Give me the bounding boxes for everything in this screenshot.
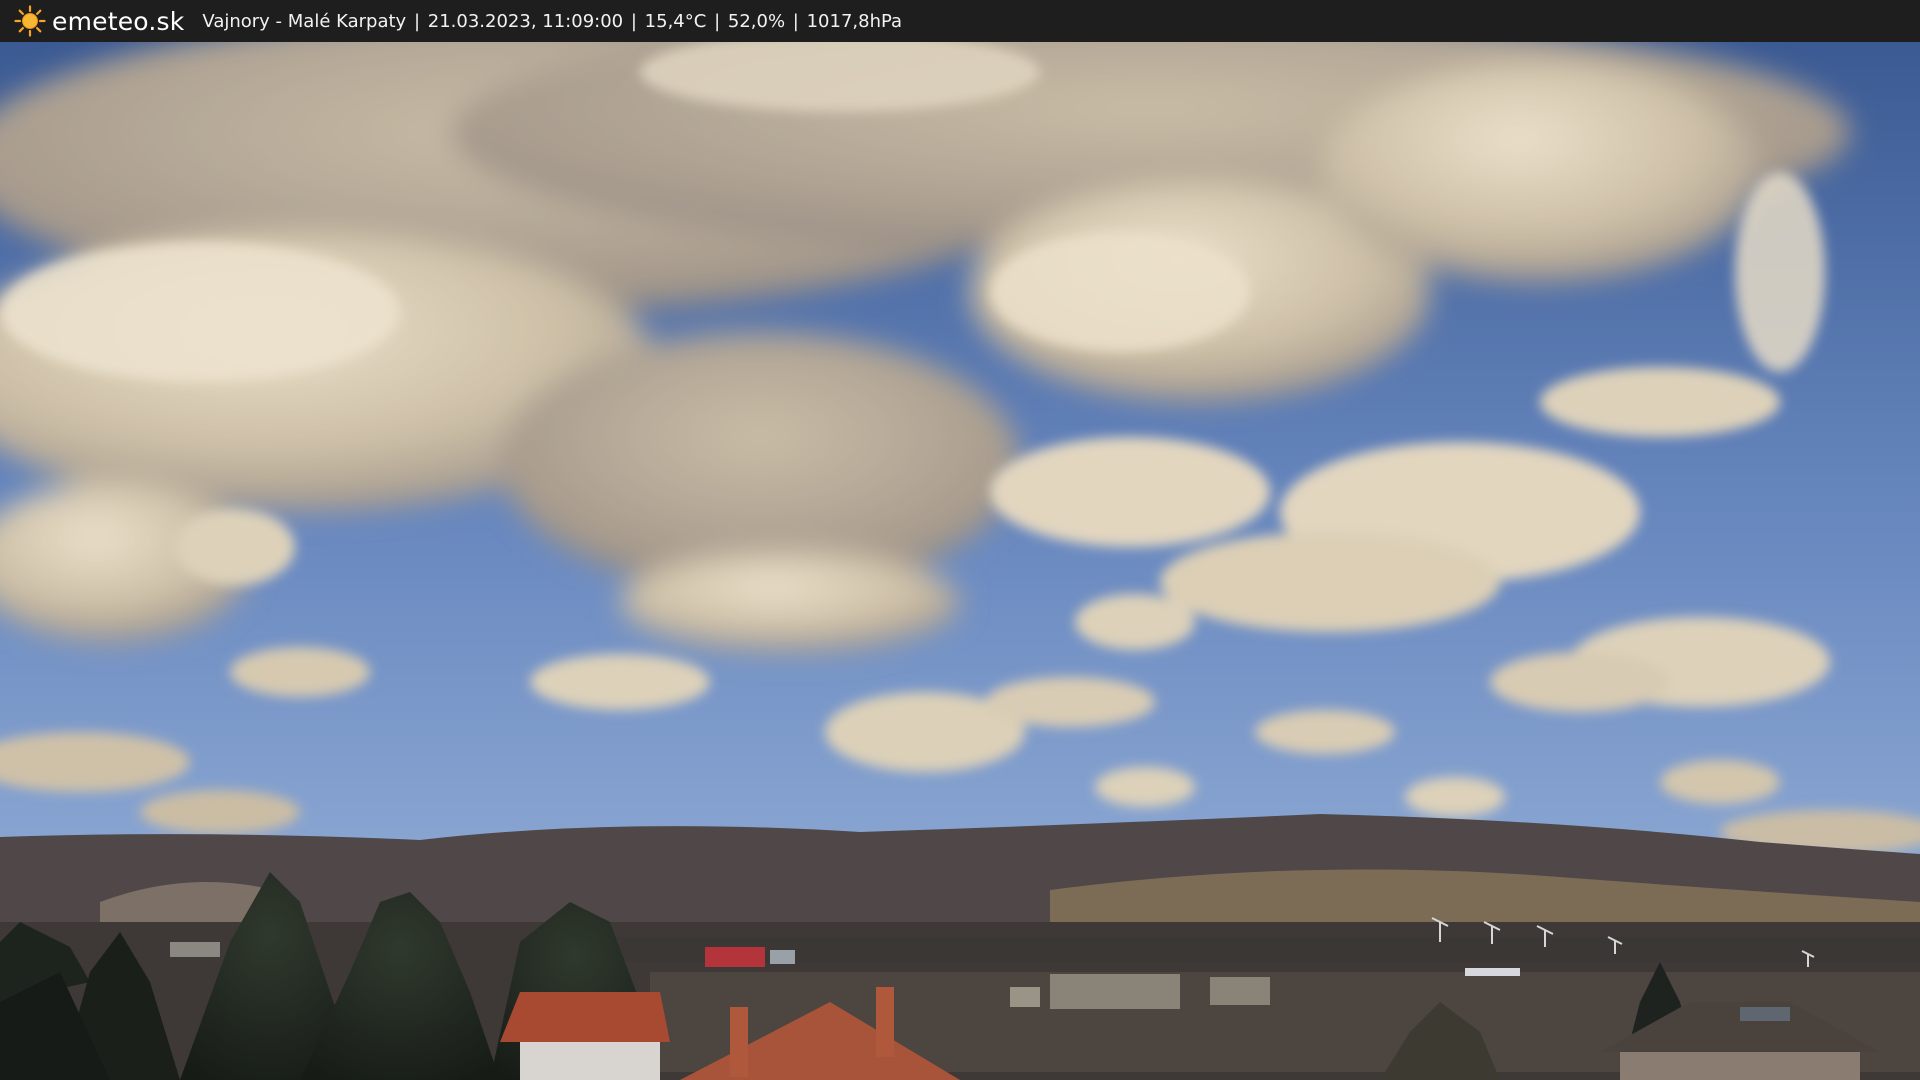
humidity-label: 52,0% xyxy=(727,10,786,32)
weather-caption: Vajnory - Malé Karpaty | 21.03.2023, 11:… xyxy=(202,11,902,32)
location-label: Vajnory - Malé Karpaty xyxy=(202,10,407,32)
separator: | xyxy=(413,10,421,32)
datetime-label: 21.03.2023, 11:09:00 xyxy=(427,10,624,32)
sun-icon xyxy=(14,5,46,37)
temperature-label: 15,4°C xyxy=(644,10,707,32)
separator: | xyxy=(792,10,799,32)
separator: | xyxy=(630,10,637,32)
pressure-label: 1017,8hPa xyxy=(806,10,903,32)
brand-logo[interactable]: emeteo.sk xyxy=(14,5,202,37)
separator: | xyxy=(714,10,721,32)
header-bar: emeteo.sk Vajnory - Malé Karpaty | 21.03… xyxy=(0,0,1920,42)
field-row xyxy=(600,937,1920,962)
brand-name: emeteo.sk xyxy=(52,6,185,36)
webcam-image xyxy=(0,42,1920,1080)
